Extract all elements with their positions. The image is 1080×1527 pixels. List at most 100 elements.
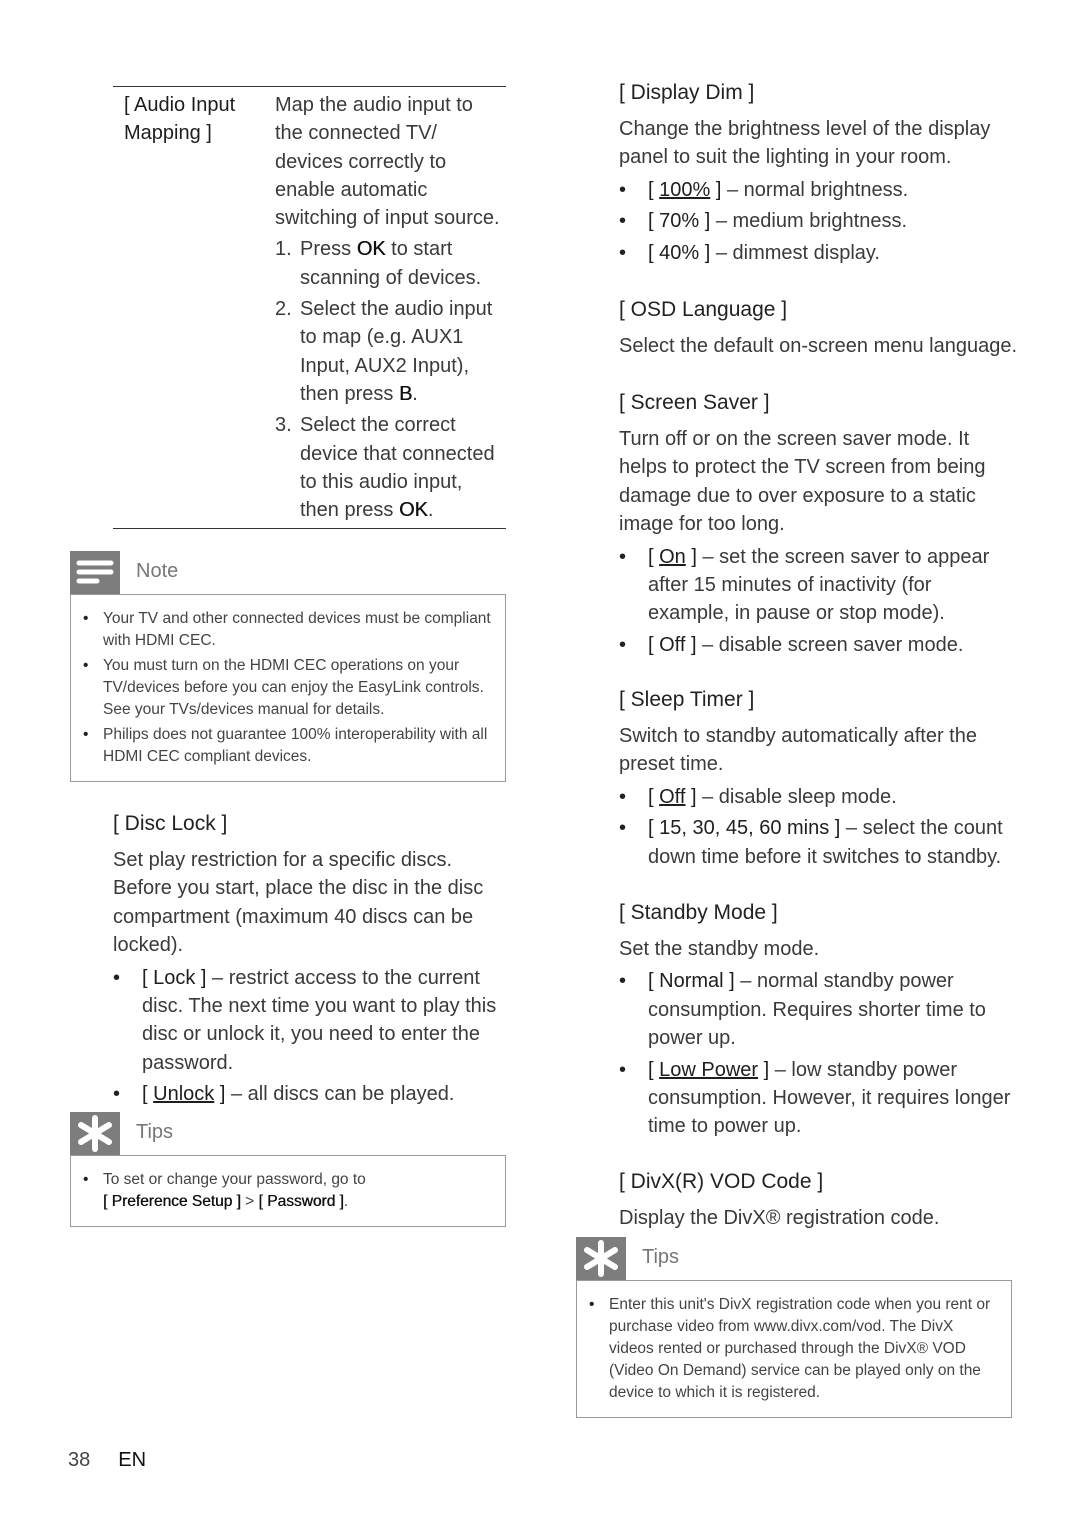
- tips-box-divx: Tips Enter this unit's DivX registration…: [576, 1237, 1012, 1418]
- option-item: [ 70% ] – medium brightness.: [619, 207, 1014, 236]
- option-description: – disable sleep mode.: [696, 785, 897, 808]
- options-list: [ Normal ] – normal standby power consum…: [619, 967, 1014, 1140]
- option-label: [ On ]: [648, 545, 697, 568]
- page-footer: 38 EN: [68, 1449, 174, 1472]
- list-item: Enter this unit's DivX registration code…: [589, 1294, 999, 1404]
- section-heading: [ DivX(R) VOD Code ]: [619, 1170, 824, 1193]
- list-item: Your TV and other connected devices must…: [83, 608, 493, 652]
- step-text: Select the correct device that connected…: [300, 414, 495, 522]
- section-description: Switch to standby automatically after th…: [619, 725, 977, 776]
- option-value: Normal: [659, 970, 724, 993]
- option-item: [ Unlock ] – all discs can be played.: [113, 1080, 508, 1109]
- options-list: [ Lock ] – restrict access to the curren…: [113, 964, 508, 1109]
- note-lines-icon: [70, 551, 120, 594]
- setting-label: [ Audio Input Mapping ]: [124, 94, 236, 145]
- button-name: OK: [356, 238, 386, 261]
- step-text: Press: [300, 238, 357, 261]
- screen-saver-section: [ Screen Saver ] Turn off or on the scre…: [619, 389, 1014, 662]
- option-item: [ Normal ] – normal standby power consum…: [619, 967, 1014, 1052]
- option-description: – dimmest display.: [710, 241, 880, 264]
- note-list: Your TV and other connected devices must…: [83, 608, 493, 768]
- step-text: .: [412, 382, 418, 405]
- option-item: [ 40% ] – dimmest display.: [619, 239, 1014, 268]
- standby-mode-section: [ Standby Mode ] Set the standby mode. […: [619, 899, 1014, 1144]
- option-item: [ 15, 30, 45, 60 mins ] – select the cou…: [619, 814, 1014, 871]
- section-heading: [ Sleep Timer ]: [619, 688, 755, 711]
- option-description: – all discs can be played.: [225, 1083, 455, 1106]
- setting-description: Map the audio input to the connected TV/…: [275, 94, 500, 230]
- list-item: To set or change your password, go to[ P…: [83, 1169, 493, 1213]
- menu-path: [ Preference Setup ]: [103, 1193, 241, 1210]
- step-item: 3. Select the correct device that connect…: [275, 411, 500, 524]
- option-value: 70%: [659, 210, 700, 233]
- option-label: [ Low Power ]: [648, 1058, 770, 1081]
- sleep-timer-section: [ Sleep Timer ] Switch to standby automa…: [619, 686, 1014, 874]
- option-item: [ 100% ] – normal brightness.: [619, 176, 1014, 205]
- option-value: Off: [659, 633, 686, 656]
- step-number: 1.: [275, 238, 292, 261]
- display-dim-section: [ Display Dim ] Change the brightness le…: [619, 79, 1014, 270]
- options-list: [ Off ] – disable sleep mode.[ 15, 30, 4…: [619, 783, 1014, 871]
- option-item: [ Low Power ] – low standby power consum…: [619, 1056, 1014, 1141]
- divx-section: [ DivX(R) VOD Code ] Display the DivX® r…: [619, 1168, 1014, 1232]
- option-value: Unlock: [153, 1083, 215, 1106]
- section-description: Set the standby mode.: [619, 938, 820, 960]
- section-heading: [ OSD Language ]: [619, 298, 788, 321]
- options-list: [ 100% ] – normal brightness.[ 70% ] – m…: [619, 176, 1014, 268]
- option-value: 40%: [659, 241, 700, 264]
- option-item: [ Off ] – disable screen saver mode.: [619, 631, 1014, 660]
- tips-box: Tips To set or change your password, go …: [70, 1112, 506, 1227]
- disc-lock-section: [ Disc Lock ] Set play restriction for a…: [113, 810, 508, 1112]
- note-box: Note Your TV and other connected devices…: [70, 551, 506, 782]
- option-value: Off: [659, 785, 686, 808]
- step-text: Select the audio input to map (e.g. AUX1…: [300, 298, 493, 405]
- option-label: [ Off ]: [648, 785, 697, 808]
- option-value: Lock: [153, 966, 196, 989]
- option-label: [ 40% ]: [648, 241, 711, 264]
- option-value: 15, 30, 45, 60 mins: [659, 817, 830, 840]
- option-label: [ Off ]: [648, 633, 697, 656]
- option-label: [ Normal ]: [648, 970, 735, 993]
- asterisk-tips-icon: [576, 1237, 626, 1280]
- option-label: [ Unlock ]: [142, 1083, 226, 1106]
- list-item: You must turn on the HDMI CEC operations…: [83, 655, 493, 721]
- note-title: Note: [136, 560, 179, 582]
- option-value: On: [659, 545, 686, 568]
- button-name: OK: [398, 499, 428, 522]
- tips-title: Tips: [642, 1246, 680, 1268]
- option-value: 100%: [659, 178, 711, 201]
- option-description: – medium brightness.: [710, 210, 908, 233]
- list-item: Philips does not guarantee 100% interope…: [83, 724, 493, 768]
- option-value: Low Power: [659, 1058, 759, 1081]
- audio-input-mapping-table: [ Audio Input Mapping ] Map the audio in…: [113, 86, 506, 529]
- menu-path: [ Password ]: [258, 1193, 344, 1210]
- asterisk-tips-icon: [70, 1112, 120, 1155]
- language-code: EN: [118, 1449, 147, 1471]
- options-list: [ On ] – set the screen saver to appear …: [619, 543, 1014, 660]
- option-description: – set the screen saver to appear after 1…: [648, 545, 990, 625]
- step-item: 2. Select the audio input to map (e.g. AU…: [275, 295, 500, 408]
- option-label: [ Lock ]: [142, 966, 207, 989]
- step-number: 3.: [275, 414, 292, 437]
- section-description: Turn off or on the screen saver mode. It…: [619, 428, 986, 536]
- option-item: [ Lock ] – restrict access to the curren…: [113, 964, 508, 1078]
- section-heading: [ Display Dim ]: [619, 81, 755, 104]
- osd-language-section: [ OSD Language ] Select the default on-s…: [619, 296, 1019, 360]
- step-text: .: [427, 499, 434, 522]
- option-item: [ On ] – set the screen saver to appear …: [619, 543, 1014, 628]
- button-name: B: [398, 382, 413, 405]
- step-number: 2.: [275, 298, 292, 321]
- section-description: Change the brightness level of the displ…: [619, 118, 991, 169]
- section-heading: [ Screen Saver ]: [619, 391, 770, 414]
- steps-list: 1. Press OK to start scanning of devices.…: [275, 235, 500, 524]
- tips-title: Tips: [136, 1121, 174, 1143]
- section-description: Display the DivX® registration code.: [619, 1207, 940, 1229]
- option-label: [ 70% ]: [648, 210, 711, 233]
- section-heading: [ Standby Mode ]: [619, 901, 778, 924]
- section-description: Select the default on-screen menu langua…: [619, 335, 1018, 357]
- option-description: – normal brightness.: [721, 178, 909, 201]
- section-description: Set play restriction for a specific disc…: [113, 849, 484, 957]
- option-item: [ Off ] – disable sleep mode.: [619, 783, 1014, 812]
- page-number: 38: [68, 1449, 91, 1471]
- option-description: – disable screen saver mode.: [696, 633, 964, 656]
